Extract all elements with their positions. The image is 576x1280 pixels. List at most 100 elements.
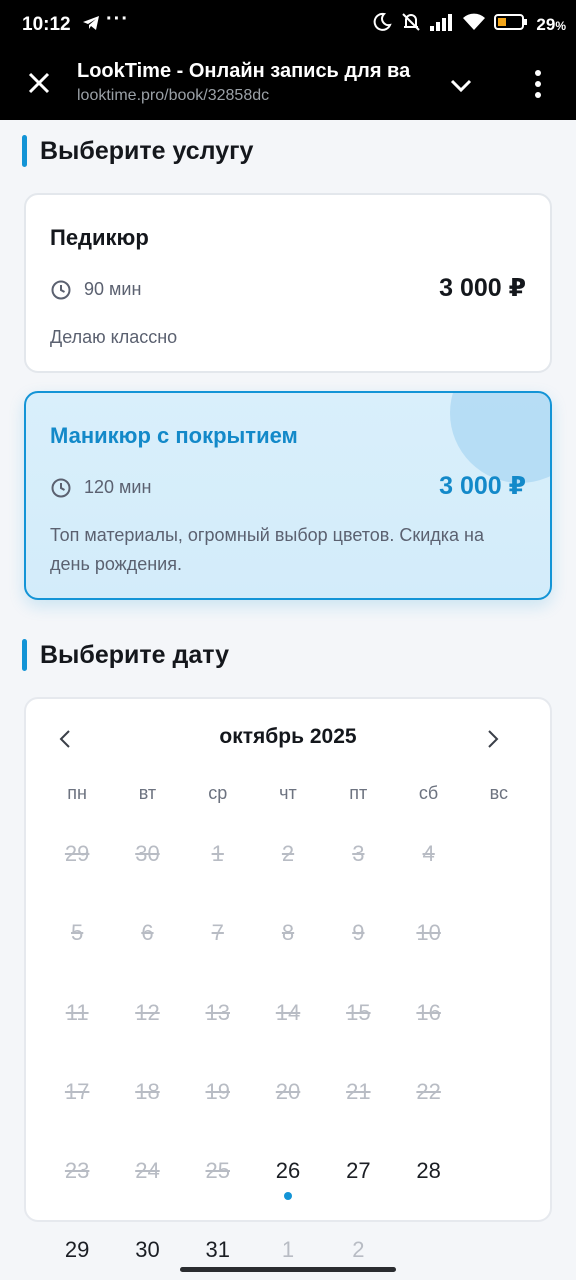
service-name: Маникюр с покрытием: [50, 423, 298, 448]
weekday-label: ср: [208, 783, 228, 803]
service-name: Педикюр: [50, 225, 149, 250]
mute-icon: [400, 12, 422, 37]
calendar-day-number: 15: [346, 999, 371, 1025]
calendar-day: 24: [112, 1146, 182, 1225]
calendar-day-number: 18: [135, 1078, 160, 1104]
calendar-days: 29 30 1 2 3 4 5 6 7 8 9 10 11 12 13 14 15 16 17 18 19 20 21 22 2…: [42, 829, 534, 1280]
calendar-day[interactable]: 29: [42, 1225, 112, 1280]
calendar-day-number: 20: [275, 1078, 301, 1104]
chevron-down-icon[interactable]: [448, 72, 474, 98]
calendar-day: 22: [393, 1067, 463, 1146]
calendar-day-number: 14: [275, 999, 301, 1025]
calendar-day-number: 28: [416, 1158, 441, 1184]
calendar-day-number: 2: [352, 1237, 365, 1263]
service-description: Топ материалы, огромный выбор цветов. Ск…: [50, 525, 485, 574]
calendar-day: 4: [393, 829, 463, 908]
battery-unit: %: [555, 18, 566, 33]
calendar-day-number: 12: [135, 999, 160, 1025]
calendar-day-number: 30: [135, 1237, 160, 1263]
calendar-day: 5: [42, 908, 112, 987]
calendar-day: 20: [253, 1067, 323, 1146]
more-notifications-icon: ···: [106, 8, 129, 30]
calendar-day: 6: [112, 908, 182, 987]
calendar-day-number: 10: [416, 920, 441, 946]
calendar-day-number: 21: [346, 1078, 371, 1104]
calendar-day-number: 27: [346, 1158, 371, 1184]
calendar-day-number: 25: [205, 1158, 230, 1184]
battery-icon: [494, 13, 528, 36]
page-title: LookTime - Онлайн запись для ва: [77, 60, 411, 82]
calendar-day-number: 24: [135, 1158, 160, 1184]
service-card-pedicure[interactable]: Педикюр 90 мин 3 000 ₽ Делаю классно: [24, 193, 552, 373]
calendar-day-number: 13: [205, 999, 230, 1025]
calendar-day-number: 29: [64, 1237, 90, 1263]
calendar-day: 17: [42, 1067, 112, 1146]
calendar-day-number: 3: [352, 841, 365, 866]
weekday-label: чт: [279, 783, 297, 803]
calendar-day[interactable]: 27: [323, 1146, 393, 1225]
services-section-header: Выберите услугу: [22, 135, 253, 167]
calendar-month-label: октябрь 2025: [219, 725, 357, 748]
calendar-day: 3: [323, 829, 393, 908]
section-accent-bar: [22, 639, 27, 671]
calendar-day: 8: [253, 908, 323, 987]
calendar: октябрь 2025 пн вт ср чт пт сб вс 29 30 1 2 3 4 5 6 7 8…: [24, 697, 552, 1262]
section-accent-bar: [22, 135, 27, 167]
calendar-day: 19: [183, 1067, 253, 1146]
calendar-day: 7: [183, 908, 253, 987]
date-section-header: Выберите дату: [22, 639, 229, 671]
today-indicator-dot: [284, 1192, 293, 1201]
calendar-day: 2: [253, 829, 323, 908]
calendar-day-number: 22: [416, 1078, 441, 1104]
clock-icon: [50, 477, 72, 499]
service-duration: 120 мин: [84, 477, 152, 497]
weekday-label: пт: [349, 783, 368, 803]
weekday-label: пн: [67, 783, 87, 803]
calendar-day-number: 2: [281, 841, 295, 866]
weekday-label: сб: [418, 783, 439, 803]
calendar-day-number: 11: [65, 999, 89, 1025]
browser-bar: LookTime - Онлайн запись для ва looktime…: [0, 52, 576, 120]
calendar-day-number: 6: [141, 920, 154, 946]
page-url[interactable]: looktime.pro/book/32858dc: [77, 87, 269, 105]
calendar-day-number: 9: [352, 920, 365, 946]
calendar-day-number: 23: [64, 1158, 90, 1184]
calendar-day-number: 31: [205, 1237, 230, 1263]
calendar-day: 18: [112, 1067, 182, 1146]
calendar-day-number: 29: [64, 841, 90, 866]
card-decoration: [450, 393, 550, 483]
calendar-day: 16: [393, 988, 463, 1067]
calendar-day: 29: [42, 829, 112, 908]
calendar-day: 9: [323, 908, 393, 987]
close-icon[interactable]: [26, 70, 52, 96]
calendar-day: 21: [323, 1067, 393, 1146]
home-indicator: [180, 1267, 396, 1272]
calendar-day-number: 17: [64, 1078, 90, 1104]
battery-percent: 29%: [536, 15, 566, 35]
service-card-manicure[interactable]: Маникюр с покрытием 120 мин 3 000 ₽ Топ …: [24, 391, 552, 600]
calendar-day-number: 7: [211, 920, 224, 946]
calendar-day[interactable]: 30: [112, 1225, 182, 1280]
chevron-right-icon[interactable]: [482, 727, 502, 751]
service-price: 3 000 ₽: [439, 472, 526, 500]
calendar-day: 23: [42, 1146, 112, 1225]
battery-value: 29: [536, 14, 556, 34]
calendar-day[interactable]: 26: [253, 1146, 323, 1225]
calendar-day[interactable]: 28: [393, 1146, 463, 1225]
weekday-label: вт: [138, 783, 157, 803]
calendar-day: 12: [112, 988, 182, 1067]
calendar-day-number: 1: [281, 1237, 295, 1263]
wifi-icon: [462, 13, 486, 36]
status-time: 10:12: [22, 14, 71, 35]
calendar-day-number: 16: [416, 999, 441, 1025]
date-section-title: Выберите дату: [40, 640, 230, 669]
signal-icon: [430, 13, 454, 36]
service-price: 3 000 ₽: [439, 274, 526, 302]
calendar-day: 15: [323, 988, 393, 1067]
weekday-label: вс: [489, 783, 509, 803]
calendar-day-number: 5: [71, 920, 84, 946]
status-bar: 10:12 ··· 29%: [0, 0, 576, 52]
calendar-day-number: 4: [422, 841, 435, 866]
more-vert-icon[interactable]: [528, 68, 548, 100]
calendar-day: 11: [42, 988, 112, 1067]
